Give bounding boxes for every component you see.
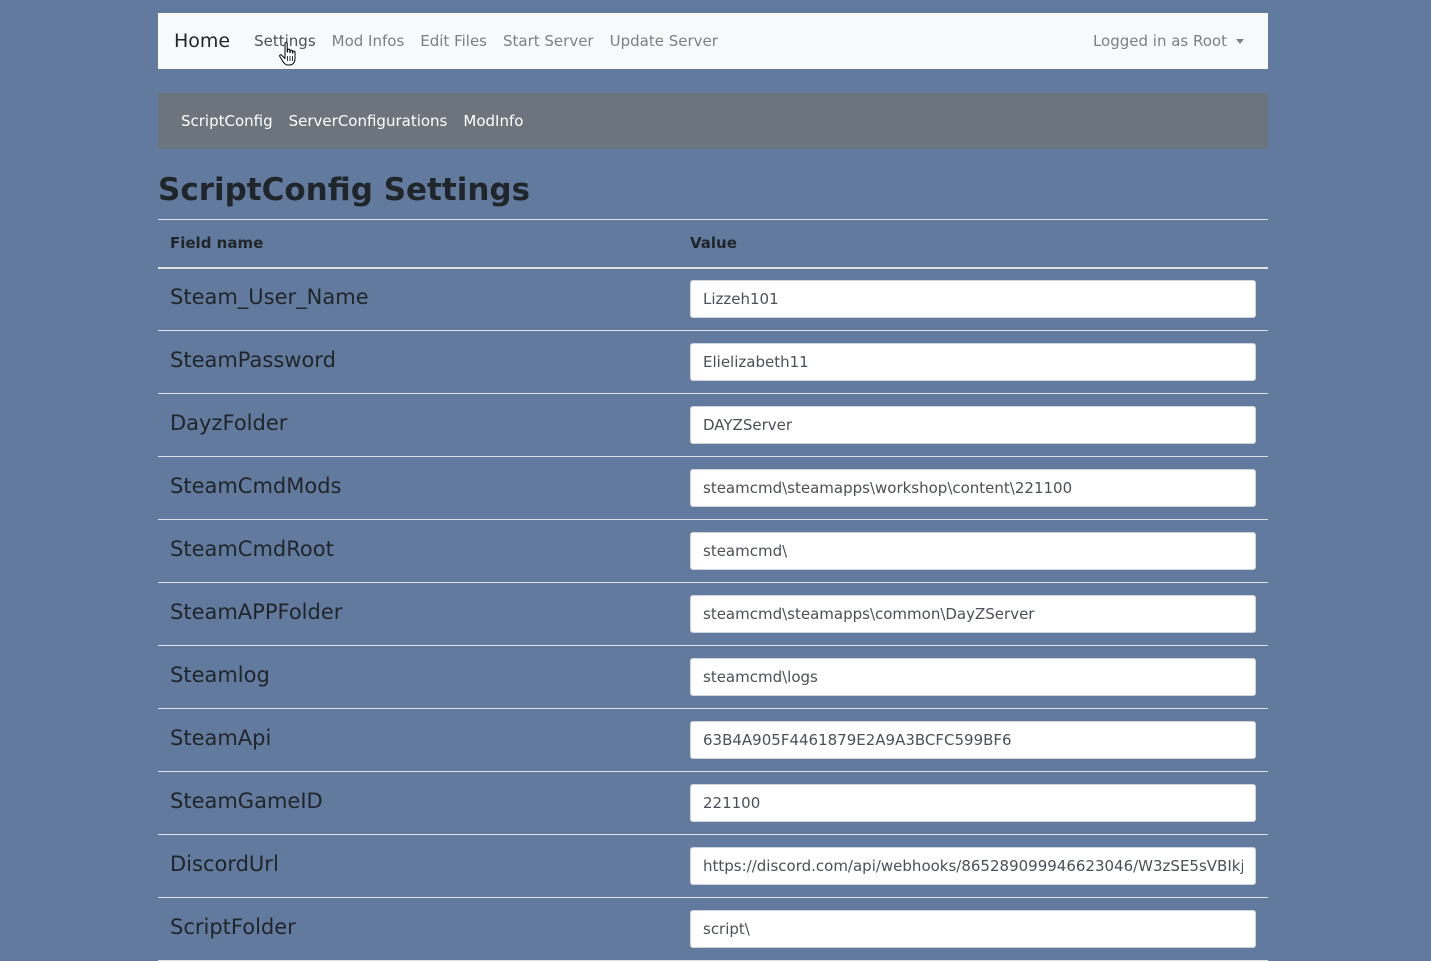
hand-pointer-icon bbox=[279, 42, 296, 66]
field-name: ScriptFolder bbox=[170, 915, 296, 939]
top-navbar: Home Settings Mod Infos Edit Files Start… bbox=[158, 13, 1268, 69]
field-name: SteamAPPFolder bbox=[170, 600, 343, 624]
steam-app-folder-input[interactable] bbox=[690, 595, 1256, 633]
user-menu-label: Logged in as Root bbox=[1092, 32, 1227, 50]
table-row: Steam_User_Name bbox=[158, 267, 1268, 331]
user-menu-dropdown[interactable]: Logged in as Root bbox=[1093, 32, 1244, 50]
script-folder-input[interactable] bbox=[690, 910, 1256, 948]
discord-url-input[interactable] bbox=[690, 847, 1256, 885]
steam-game-id-input[interactable] bbox=[690, 784, 1256, 822]
settings-subnav: ScriptConfig ServerConfigurations ModInf… bbox=[158, 93, 1268, 149]
nav-link-edit-files[interactable]: Edit Files bbox=[420, 32, 487, 50]
table-row: ScriptFolder bbox=[158, 897, 1268, 961]
column-header-field-name: Field name bbox=[158, 219, 678, 269]
steamlog-input[interactable] bbox=[690, 658, 1256, 696]
steamcmd-mods-input[interactable] bbox=[690, 469, 1256, 507]
field-name: DiscordUrl bbox=[170, 852, 279, 876]
table-row: Steamlog bbox=[158, 645, 1268, 709]
table-row: SteamPassword bbox=[158, 330, 1268, 394]
field-name: Steamlog bbox=[170, 663, 270, 687]
table-row: SteamCmdRoot bbox=[158, 519, 1268, 583]
settings-table: Field name Value Steam_User_Name SteamPa… bbox=[158, 219, 1268, 961]
field-name: Steam_User_Name bbox=[170, 285, 369, 310]
field-name: DayzFolder bbox=[170, 411, 288, 435]
field-name: SteamCmdRoot bbox=[170, 537, 334, 561]
caret-down-icon bbox=[1236, 38, 1244, 44]
table-row: SteamAPPFolder bbox=[158, 582, 1268, 646]
table-row: SteamApi bbox=[158, 708, 1268, 772]
dayz-folder-input[interactable] bbox=[690, 406, 1256, 444]
field-name: SteamCmdMods bbox=[170, 474, 342, 498]
table-row: SteamGameID bbox=[158, 771, 1268, 835]
steam-user-name-input[interactable] bbox=[690, 280, 1256, 319]
table-header-row: Field name Value bbox=[158, 219, 1268, 269]
table-row: DiscordUrl bbox=[158, 834, 1268, 898]
nav-link-start-server[interactable]: Start Server bbox=[503, 32, 594, 50]
table-row: SteamCmdMods bbox=[158, 456, 1268, 520]
steamcmd-root-input[interactable] bbox=[690, 532, 1256, 570]
subnav-link-scriptconfig[interactable]: ScriptConfig bbox=[181, 112, 273, 130]
page-title: ScriptConfig Settings bbox=[158, 172, 531, 208]
nav-link-update-server[interactable]: Update Server bbox=[610, 32, 718, 50]
table-row: DayzFolder bbox=[158, 393, 1268, 457]
field-name: SteamApi bbox=[170, 726, 272, 750]
field-name: SteamGameID bbox=[170, 789, 323, 813]
subnav-link-serverconfigurations[interactable]: ServerConfigurations bbox=[289, 112, 448, 130]
home-link[interactable]: Home bbox=[174, 30, 230, 52]
subnav-link-modinfo[interactable]: ModInfo bbox=[463, 112, 523, 130]
field-name: SteamPassword bbox=[170, 348, 336, 372]
steam-password-input[interactable] bbox=[690, 343, 1256, 381]
nav-link-mod-infos[interactable]: Mod Infos bbox=[332, 32, 405, 50]
steam-api-input[interactable] bbox=[690, 721, 1256, 759]
column-header-value: Value bbox=[678, 219, 1268, 269]
